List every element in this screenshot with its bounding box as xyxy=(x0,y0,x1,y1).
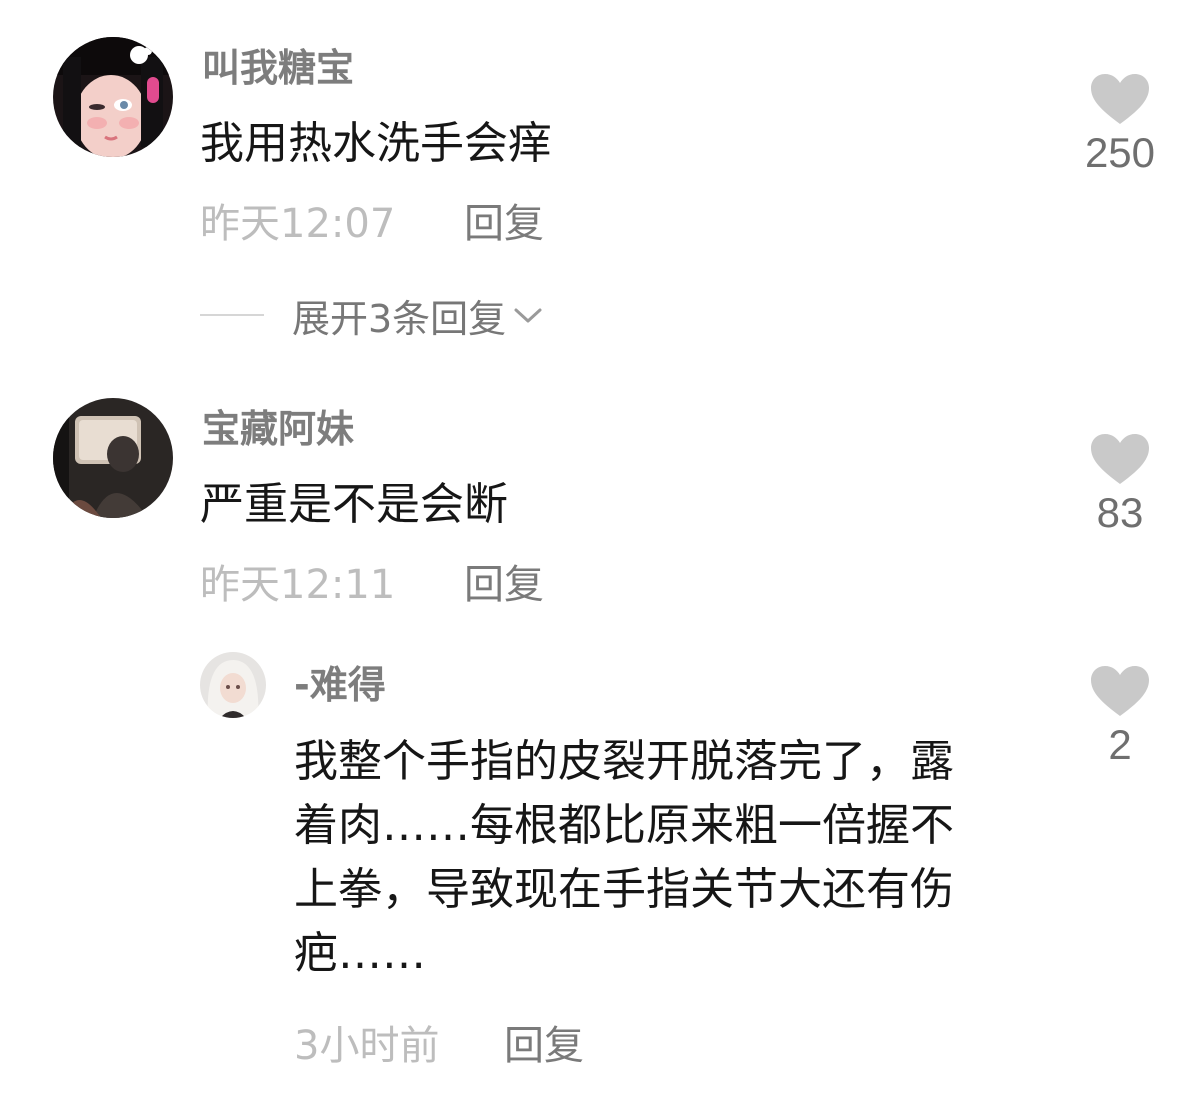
reply-text-line: 疤…… xyxy=(294,928,426,979)
reply-text-line: 着肉……每根都比原来粗一倍握不 xyxy=(294,800,954,851)
like-count: 2 xyxy=(1108,721,1132,768)
reply-button[interactable]: 回复 xyxy=(464,204,544,244)
avatar[interactable] xyxy=(200,652,266,718)
comment-username[interactable]: 宝藏阿妹 xyxy=(202,410,354,448)
heart-icon xyxy=(1091,74,1149,124)
like-count: 83 xyxy=(1096,489,1144,536)
comment-text: 严重是不是会断 xyxy=(200,479,508,530)
comment-time: 昨天12:07 xyxy=(200,201,396,247)
heart-icon xyxy=(1091,434,1149,484)
comment-username[interactable]: 叫我糖宝 xyxy=(202,49,354,87)
expand-replies-button[interactable]: 展开3条回复 xyxy=(200,292,544,341)
like-button[interactable]: 250 xyxy=(1070,72,1170,174)
like-button[interactable]: 83 xyxy=(1070,432,1170,534)
like-count: 250 xyxy=(1084,129,1156,176)
comment-time: 昨天12:11 xyxy=(200,562,396,608)
divider-line xyxy=(200,314,264,316)
avatar[interactable] xyxy=(53,398,173,518)
like-button[interactable]: 2 xyxy=(1070,664,1170,766)
reply-button[interactable]: 回复 xyxy=(464,565,544,605)
reply-time: 3小时前 xyxy=(294,1023,440,1069)
reply-button[interactable]: 回复 xyxy=(504,1026,584,1066)
reply-text-line: 我整个手指的皮裂开脱落完了，露 xyxy=(294,736,954,787)
reply-text-line: 上拳，导致现在手指关节大还有伤 xyxy=(294,864,954,915)
comment-text: 我用热水洗手会痒 xyxy=(200,118,552,169)
avatar[interactable] xyxy=(53,37,173,157)
expand-replies-label: 展开3条回复 xyxy=(292,296,507,341)
heart-icon xyxy=(1091,666,1149,716)
reply-text: 我整个手指的皮裂开脱落完了，露 着肉……每根都比原来粗一倍握不 上拳，导致现在手… xyxy=(294,730,1034,986)
reply-username[interactable]: -难得 xyxy=(294,666,386,704)
chevron-down-icon xyxy=(514,308,542,323)
